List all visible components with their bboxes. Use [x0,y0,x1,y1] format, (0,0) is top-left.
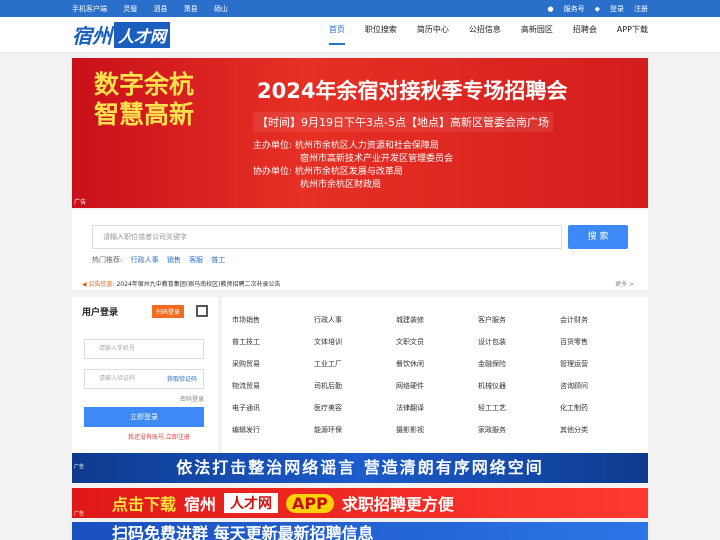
hot-keyword[interactable]: 普工 [211,256,225,264]
category-link[interactable]: 工业工厂 [314,359,396,368]
site-logo[interactable]: 宿州 人才网 [72,20,171,49]
category-link[interactable]: 其他分类 [560,425,642,434]
category-link[interactable]: 机械仪器 [478,381,560,390]
get-code-button[interactable]: 获取验证码 [167,374,197,383]
login-panel: 用户登录 扫码登录 请输入手机号 请输入验证码 获取验证码 密码登录 立即登录 … [72,297,218,453]
banner-co2: 杭州市余杭区财政局 [300,180,382,190]
category-link[interactable]: 编辑发行 [232,425,314,434]
category-link[interactable]: 司机后勤 [314,381,396,390]
wechat-icon: ● [547,4,554,13]
register-link[interactable]: 注册 [634,4,648,14]
category-link[interactable]: 金融保险 [478,359,560,368]
user-icon: ◆ [594,4,600,13]
category-link[interactable]: 化工制药 [560,403,642,412]
job-fair-banner[interactable]: 数字余杭 智慧高新 2024年余宿对接秋季专场招聘会 【时间】9月19日下午3点… [72,58,648,208]
category-link[interactable]: 文体培训 [314,337,396,346]
category-link[interactable]: 设计包装 [478,337,560,346]
category-link[interactable]: 轻工工艺 [478,403,560,412]
banner-host2: 宿州市高新技术产业开发区管理委员会 [300,154,454,164]
mobile-client-link[interactable]: 手机客户端 [72,5,107,13]
ad-banner-app[interactable]: 点击下载 宿州 人才网 APP 求职招聘更方便 广告 [72,488,648,518]
category-link[interactable]: 普工技工 [232,337,314,346]
category-link[interactable]: 电子通讯 [232,403,314,412]
main-nav: 首页 职位搜索 简历中心 公招信息 高新园区 招聘会 APP下载 [328,24,648,45]
qr-code-icon[interactable] [196,305,208,317]
category-link[interactable]: 医疗美容 [314,403,396,412]
category-link[interactable]: 家政服务 [478,425,560,434]
category-link[interactable]: 管理运营 [560,359,642,368]
notice-bar: ◀ 公告信息: 2024年宿州九中教育集团(宿马南校区)教师招聘二次补录公告 [82,281,281,288]
notice-more-link[interactable]: 更多 > [615,279,634,288]
search-input[interactable]: 请输入职位或者公司关键字 [92,225,562,249]
search-button[interactable]: 搜 索 [568,225,628,249]
category-link[interactable]: 采购贸易 [232,359,314,368]
service-account-link[interactable]: 服务号 [564,4,585,14]
login-link[interactable]: 登录 [610,4,624,14]
city-link-xiaoxian[interactable]: 萧县 [184,5,198,13]
category-link[interactable]: 物流贸易 [232,381,314,390]
category-link[interactable]: 行政人事 [314,315,396,324]
search-panel: 请输入职位或者公司关键字 搜 索 热门推荐: 行政人事 销售 客服 普工 ◀ 公… [72,210,648,290]
city-link-lingbi[interactable]: 灵璧 [123,5,137,13]
top-bar: 手机客户端 灵璧 泗县 萧县 砀山 ● 服务号 ◆ 登录 注册 [0,0,720,17]
hot-keywords: 热门推荐: 行政人事 销售 客服 普工 [92,256,226,264]
category-link[interactable]: 文职文员 [396,337,478,346]
hot-keyword[interactable]: 客服 [189,256,203,264]
banner-host: 主办单位: 杭州市余杭区人力资源和社会保障局 [253,141,439,151]
notice-link[interactable]: 2024年宿州九中教育集团(宿马南校区)教师招聘二次补录公告 [117,281,281,288]
hot-keyword[interactable]: 销售 [167,256,181,264]
city-link-sixian[interactable]: 泗县 [153,5,167,13]
category-link[interactable]: 摄影影视 [396,425,478,434]
category-link[interactable]: 会计财务 [560,315,642,324]
ad-banner-rumor[interactable]: 依法打击整治网络谣言 营造清朗有序网络空间 广告 [72,453,648,483]
ad-banner-group[interactable]: 扫码免费进群 每天更新最新招聘信息 [72,522,648,540]
register-link[interactable]: 我还没有账号,立即注册 [128,432,190,441]
nav-public-recruit[interactable]: 公招信息 [469,24,501,45]
login-title: 用户登录 [82,308,119,318]
phone-input[interactable]: 请输入手机号 [84,339,204,359]
category-link[interactable]: 网络硬件 [396,381,478,390]
nav-resume[interactable]: 简历中心 [417,24,449,45]
category-link[interactable]: 餐饮休闲 [396,359,478,368]
category-link[interactable]: 百货零售 [560,337,642,346]
nav-job-fair[interactable]: 招聘会 [573,24,597,45]
nav-hightech-park[interactable]: 高新园区 [521,24,553,45]
password-login-link[interactable]: 密码登录 [180,394,204,403]
ad-label: 广告 [74,199,87,206]
banner-title: 2024年余宿对接秋季专场招聘会 [257,79,568,103]
header: 宿州 人才网 首页 职位搜索 简历中心 公招信息 高新园区 招聘会 APP下载 [0,17,720,53]
nav-app-download[interactable]: APP下载 [617,24,648,45]
banner-co: 协办单位: 杭州市余杭区发展与改革局 [253,167,403,177]
nav-home[interactable]: 首页 [328,24,345,45]
category-link[interactable]: 咨询顾问 [560,381,642,390]
speaker-icon: ◀ [82,281,87,288]
nav-job-search[interactable]: 职位搜索 [365,24,397,45]
category-link[interactable]: 市场销售 [232,315,314,324]
login-button[interactable]: 立即登录 [84,407,204,427]
hot-keyword[interactable]: 行政人事 [131,256,159,264]
city-link-dangshan[interactable]: 砀山 [214,5,228,13]
city-links: 手机客户端 灵璧 泗县 萧县 砀山 [72,4,242,14]
category-link[interactable]: 法律翻译 [396,403,478,412]
category-link[interactable]: 能源环保 [314,425,396,434]
banner-slogan: 数字余杭 智慧高新 [94,70,195,129]
job-categories: 市场销售 行政人事 城建装修 客户服务 会计财务普工技工 文体培训 文职文员 设计包装 百货零售… [222,297,648,453]
banner-time: 【时间】9月19日下午3点-5点【地点】高新区管委会南广场 [253,112,553,132]
category-link[interactable]: 客户服务 [478,315,560,324]
category-link[interactable]: 城建装修 [396,315,478,324]
scan-login-button[interactable]: 扫码登录 [152,305,185,318]
